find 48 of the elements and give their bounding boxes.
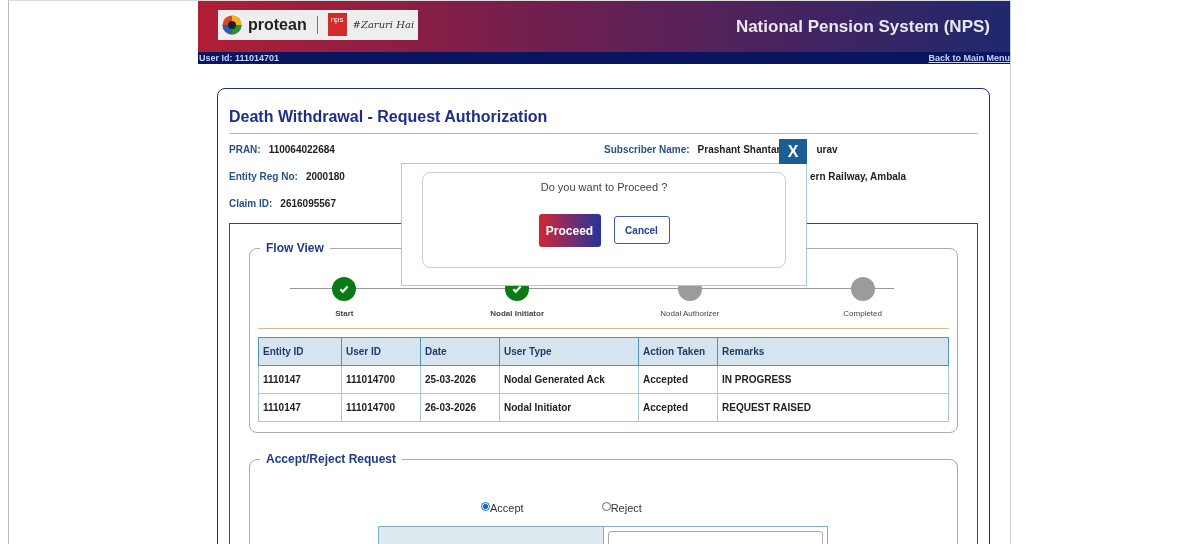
table-cell: 1110147 <box>258 365 342 394</box>
column-header: User Type <box>499 337 639 366</box>
column-header: Date <box>420 337 500 366</box>
field-label: Entity Reg No: <box>229 170 298 182</box>
back-link[interactable]: Back to Main Menu <box>928 53 1010 63</box>
nps-badge: nps <box>327 13 347 36</box>
column-header: Action Taken <box>638 337 718 366</box>
table-cell: Nodal Generated Ack <box>499 365 639 394</box>
table-cell: Accepted <box>638 393 718 422</box>
field-label: PRAN: <box>229 143 261 155</box>
brand-name: protean <box>248 15 307 34</box>
user-id: User Id: 111014701 <box>198 53 280 63</box>
step-label: Nodal Authorizer <box>660 309 720 318</box>
page-title: Death Withdrawal - Request Authorization <box>229 108 978 134</box>
colorful-circle-icon <box>222 14 242 35</box>
section-legend: Accept/Reject Request <box>260 452 403 466</box>
field-value: Prashant Shantar <box>697 143 781 155</box>
site-title: National Pension System (NPS) <box>735 16 990 37</box>
tagline: #Zaruri Hai <box>352 19 415 30</box>
table-cell: Accepted <box>638 365 718 394</box>
radio-option[interactable]: Accept <box>481 502 524 514</box>
table-cell: 1110147 <box>258 393 342 422</box>
table-cell: 26-03-2026 <box>420 393 500 422</box>
step-label: Nodal Initiator <box>490 309 544 318</box>
close-button[interactable]: X <box>779 139 807 164</box>
field-value: urav <box>816 143 838 155</box>
field-value: 2616095567 <box>280 197 336 209</box>
dialog-message: Do you want to Proceed ? <box>540 181 668 193</box>
step-label: Completed <box>843 309 882 318</box>
field-label: Claim ID: <box>229 197 273 209</box>
table-cell: IN PROGRESS <box>717 365 949 394</box>
column-header: Remarks <box>717 337 949 366</box>
table-cell: Nodal Initiator <box>499 393 639 422</box>
column-header: User ID <box>341 337 421 366</box>
field-value: ern Railway, Ambala <box>810 170 907 182</box>
column-header: Entity ID <box>258 337 342 366</box>
table-cell: REQUEST RAISED <box>717 393 949 422</box>
proceed-button[interactable]: Proceed <box>538 214 601 247</box>
step-label: Start <box>335 309 354 318</box>
field-value: 110064022684 <box>268 143 335 155</box>
cancel-button[interactable]: Cancel <box>613 216 670 244</box>
table-cell: 25-03-2026 <box>420 365 500 394</box>
table-cell: 111014700 <box>341 365 421 394</box>
radio-option[interactable]: Reject <box>601 502 642 514</box>
field-value: 2000180 <box>305 170 345 182</box>
field-label: Subscriber Name: <box>604 143 690 155</box>
table-cell: 111014700 <box>341 393 421 422</box>
section-legend: Flow View <box>260 241 330 255</box>
